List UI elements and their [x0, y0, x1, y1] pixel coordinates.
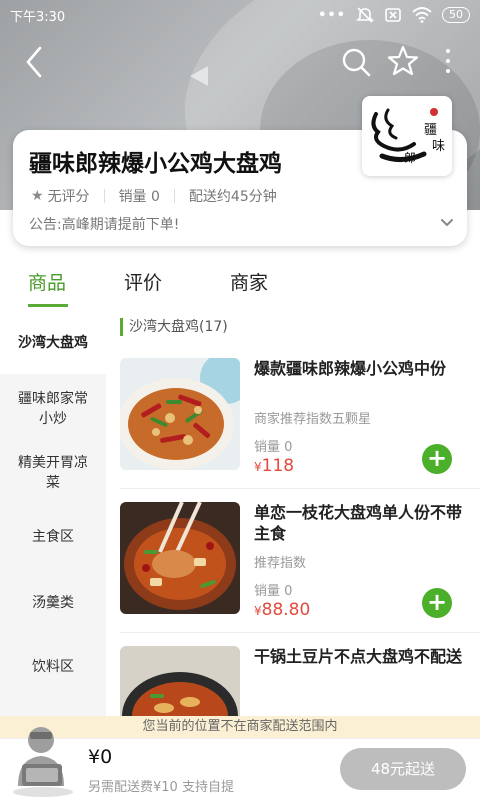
status-icons: ••• 50: [318, 7, 470, 23]
shop-rating: 无评分: [47, 189, 90, 205]
search-icon: [342, 48, 371, 77]
tab-merchant[interactable]: 商家: [230, 268, 268, 295]
logo-char: 疆: [424, 123, 437, 138]
divider: [173, 189, 175, 203]
search-button[interactable]: [340, 46, 372, 78]
chevron-down-icon[interactable]: [439, 214, 455, 230]
price-value: 88.80: [261, 600, 311, 620]
logo-char: 味: [432, 139, 445, 154]
wifi-icon: [412, 7, 432, 23]
sidebar-item-shawan-chicken[interactable]: 沙湾大盘鸡: [0, 312, 106, 374]
min-order-button[interactable]: 48元起送: [340, 748, 466, 790]
dish-price: ¥88.80: [254, 600, 310, 620]
star-filled-icon: ★: [31, 188, 44, 204]
add-to-cart-button[interactable]: +: [422, 444, 452, 474]
sidebar-item-home-stir-fry[interactable]: 疆味郎家常小炒: [0, 378, 106, 440]
battery-icon: 50: [442, 7, 470, 23]
menu-item[interactable]: 单恋一枝花大盘鸡单人份不带主食 推荐指数 销量 0 ¥88.80 +: [120, 502, 470, 620]
status-time: 下午3:30: [10, 9, 66, 25]
currency-symbol: ¥: [254, 604, 262, 618]
dish-price: ¥118: [254, 456, 294, 476]
category-title: 沙湾大盘鸡(17): [120, 318, 228, 336]
price-value: 118: [261, 456, 295, 476]
menu-item[interactable]: 干锅土豆片不点大盘鸡不配送: [120, 646, 470, 716]
sidebar-item-drinks[interactable]: 饮料区: [0, 638, 106, 696]
star-outline-icon: [387, 45, 419, 76]
dish-image: [120, 358, 240, 470]
dish-name: 干锅土豆片不点大盘鸡不配送: [254, 647, 463, 666]
shop-sales: 销量 0: [118, 189, 160, 205]
currency-symbol: ¥: [254, 460, 262, 474]
delivery-fee-note: 另需配送费¥10 支持自提: [88, 780, 234, 795]
cart-avatar-icon[interactable]: [8, 718, 78, 798]
tab-bar: 商品 评价 商家: [0, 268, 480, 308]
shop-name: 疆味郎辣爆小公鸡大盘鸡: [29, 151, 282, 177]
dish-description: 商家推荐指数五颗星: [254, 412, 372, 427]
sidebar-item-soups[interactable]: 汤羹类: [0, 574, 106, 632]
tab-reviews[interactable]: 评价: [124, 268, 162, 295]
dish-sales: 销量 0: [254, 440, 293, 455]
tab-products[interactable]: 商品: [28, 268, 66, 295]
active-tab-indicator: [28, 304, 68, 307]
shop-notice: 公告:高峰期请提前下单!: [29, 217, 180, 233]
more-options-button[interactable]: [438, 46, 458, 78]
sidebar-item-cold-dishes[interactable]: 精美开胃凉菜: [0, 442, 106, 504]
shop-delivery-time: 配送约45分钟: [188, 189, 277, 205]
favorite-button[interactable]: [386, 44, 420, 78]
decorative-triangle: [190, 66, 208, 86]
cart-total: ¥0: [88, 746, 113, 768]
divider: [120, 632, 480, 633]
sim-off-icon: [385, 8, 401, 22]
logo-char: 郎: [404, 151, 416, 165]
dish-image: [120, 502, 240, 614]
category-sidebar: 沙湾大盘鸡 疆味郎家常小炒 精美开胃凉菜 主食区 汤羹类 饮料区: [0, 312, 106, 716]
divider: [120, 488, 480, 489]
back-arrow-icon: [26, 46, 42, 78]
dish-name: 爆款疆味郎辣爆小公鸡中份: [254, 359, 447, 378]
dish-name: 单恋一枝花大盘鸡单人份不带主食: [254, 503, 463, 543]
more-vertical-icon: [438, 49, 458, 73]
mute-icon: [356, 7, 374, 23]
dish-sales: 销量 0: [254, 584, 293, 599]
shop-meta: ★ 无评分 销量 0 配送约45分钟: [31, 186, 277, 206]
menu-item[interactable]: 爆款疆味郎辣爆小公鸡中份 商家推荐指数五颗星 销量 0 ¥118 +: [120, 358, 470, 476]
status-bar: 下午3:30 ••• 50: [0, 0, 480, 30]
dish-image: [120, 646, 240, 716]
divider: [103, 189, 105, 203]
back-button[interactable]: [20, 44, 52, 80]
dish-description: 推荐指数: [254, 556, 307, 571]
add-to-cart-button[interactable]: +: [422, 588, 452, 618]
shop-logo: 疆 味 郎: [362, 96, 452, 176]
notification-dots-icon: •••: [318, 7, 346, 23]
sidebar-item-staple-food[interactable]: 主食区: [0, 508, 106, 566]
